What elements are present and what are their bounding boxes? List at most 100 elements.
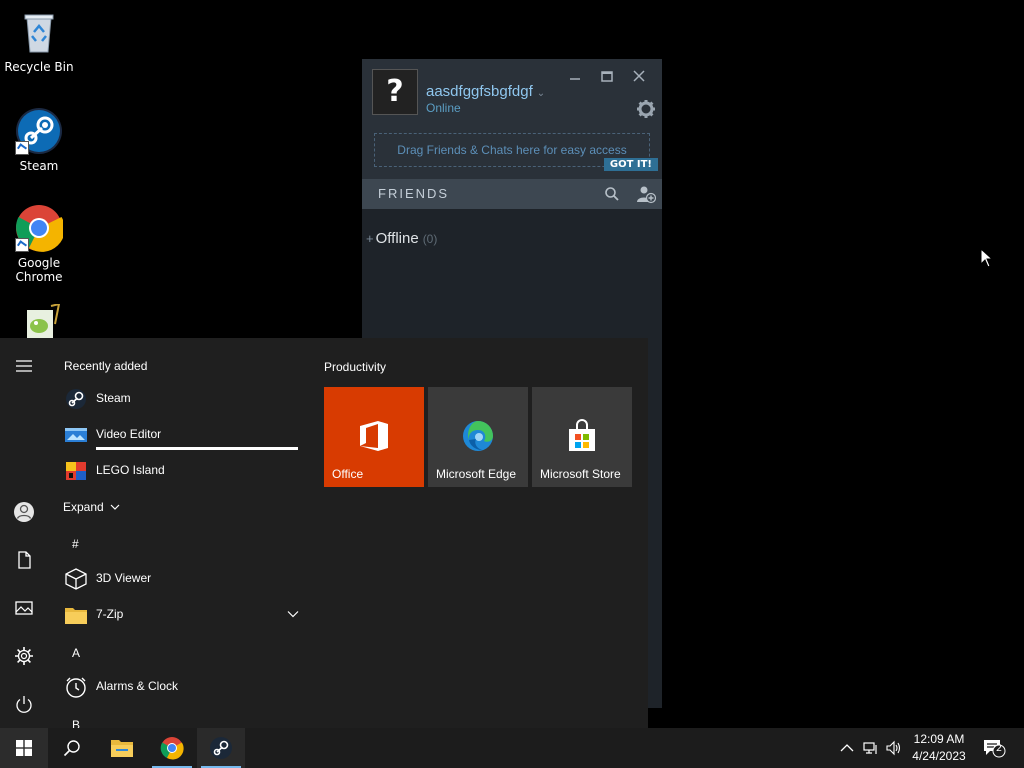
section-letter-a[interactable]: A [72, 646, 80, 660]
power-icon [16, 696, 32, 713]
account-button[interactable] [12, 500, 36, 524]
app-item-video-editor[interactable]: Video Editor [62, 420, 302, 450]
minimize-button[interactable] [564, 69, 586, 87]
desktop-icon-label: Recycle Bin [4, 60, 74, 74]
cube-icon [65, 568, 87, 590]
desktop-icon-label: Steam [19, 159, 59, 173]
folder-icon [65, 608, 87, 624]
taskbar-file-explorer[interactable] [98, 728, 146, 768]
expand-label: Expand [63, 500, 104, 514]
productivity-heading: Productivity [324, 360, 387, 374]
network-icon[interactable] [863, 740, 879, 756]
app-name: 3D Viewer [96, 571, 152, 585]
steam-icon [66, 389, 86, 409]
section-letter-hash[interactable]: # [72, 537, 79, 551]
steam-icon [210, 737, 232, 759]
documents-button[interactable] [12, 548, 36, 572]
power-button[interactable] [12, 692, 36, 716]
file-explorer-icon [111, 740, 133, 757]
expand-button[interactable]: Expand [63, 500, 120, 514]
store-icon [569, 419, 595, 451]
user-avatar[interactable]: ? [372, 69, 418, 115]
desktop-icon-steam[interactable]: Steam [4, 107, 74, 173]
app-item-steam[interactable]: Steam [62, 384, 302, 414]
taskbar-chrome[interactable] [148, 728, 196, 768]
hamburger-menu-button[interactable] [12, 354, 36, 378]
minimize-icon [570, 78, 580, 80]
search-button[interactable] [48, 728, 96, 768]
offline-group-header[interactable]: + Offline (0) [366, 230, 437, 247]
recycle-bin-icon [15, 8, 63, 56]
chevron-down-icon: ⌄ [536, 88, 546, 99]
steam-icon [15, 107, 63, 155]
app-name: Video Editor [96, 427, 162, 441]
app-item-alarms-clock[interactable]: Alarms & Clock [62, 672, 302, 702]
close-button[interactable] [628, 69, 650, 87]
windows-logo-icon [16, 740, 32, 756]
taskbar-clock[interactable]: 12:09 AM 4/24/2023 [906, 731, 972, 765]
taskbar-steam[interactable] [197, 728, 245, 768]
chrome-icon [160, 737, 184, 760]
user-icon [14, 502, 34, 522]
maximize-button[interactable] [596, 69, 618, 87]
app-name: Steam [96, 391, 131, 405]
app-name: Alarms & Clock [96, 679, 179, 693]
clock-date: 4/24/2023 [912, 749, 966, 763]
tile-office[interactable]: Office [324, 387, 424, 487]
close-icon [633, 70, 645, 82]
expand-plus-icon: + [366, 231, 374, 246]
tile-microsoft-store[interactable]: Microsoft Store [532, 387, 632, 487]
desktop-icon-label: Google Chrome [15, 256, 63, 284]
steam-user-status: Online [426, 101, 461, 115]
app-item-7-zip[interactable]: 7-Zip [62, 600, 302, 630]
username-text: aasdfggfsbgfdgf [426, 83, 533, 100]
taskbar: 12:09 AM 4/24/2023 2 [0, 728, 1024, 768]
action-center-button[interactable]: 2 [982, 738, 1006, 758]
start-menu: Recently added Steam Video Editor LEGO I… [0, 338, 648, 728]
search-icon[interactable] [604, 186, 620, 202]
app-item-3d-viewer[interactable]: 3D Viewer [62, 564, 302, 594]
tile-label: Microsoft Edge [436, 467, 517, 481]
shortcut-arrow-icon [15, 238, 29, 252]
got-it-button[interactable]: GOT IT! [603, 158, 658, 171]
shortcut-arrow-icon [15, 141, 29, 155]
pictures-button[interactable] [12, 596, 36, 620]
settings-button[interactable] [12, 644, 36, 668]
mouse-cursor-icon [980, 248, 992, 268]
maximize-icon [601, 71, 613, 82]
recently-added-heading: Recently added [64, 359, 148, 373]
start-menu-rail [0, 338, 48, 728]
group-name: Offline [375, 230, 419, 247]
app-name: LEGO Island [96, 463, 165, 477]
settings-button[interactable] [636, 99, 656, 119]
tile-label: Microsoft Store [540, 467, 621, 481]
steam-username[interactable]: aasdfggfsbgfdgf ⌄ [426, 83, 545, 100]
group-count: (0) [422, 232, 438, 246]
gear-icon [637, 100, 655, 118]
tile-label: Office [332, 467, 364, 481]
desktop-icon-google-chrome[interactable]: Google Chrome [4, 204, 74, 284]
office-icon [360, 421, 388, 451]
desktop-icon-recycle-bin[interactable]: Recycle Bin [4, 8, 74, 74]
document-icon [18, 551, 31, 569]
section-letter-b[interactable]: B [72, 718, 80, 728]
app-name: 7-Zip [96, 607, 124, 621]
show-hidden-icons-chevron-up-icon[interactable] [839, 740, 855, 756]
notification-count: 2 [995, 743, 1003, 754]
add-friend-icon[interactable] [636, 184, 656, 204]
clock-time: 12:09 AM [913, 732, 965, 746]
app-item-lego-island[interactable]: LEGO Island [62, 456, 302, 486]
edge-icon [463, 421, 493, 451]
start-button[interactable] [0, 728, 48, 768]
friends-title: FRIENDS [378, 186, 450, 201]
tile-microsoft-edge[interactable]: Microsoft Edge [428, 387, 528, 487]
selection-underline [96, 447, 298, 450]
search-icon [63, 740, 80, 757]
chevron-down-icon[interactable] [287, 610, 299, 618]
volume-icon[interactable] [886, 740, 902, 756]
gear-icon [15, 647, 33, 665]
video-editor-icon [65, 428, 87, 442]
lego-island-icon [66, 462, 86, 480]
friends-bar: FRIENDS [362, 179, 662, 209]
picture-icon [15, 601, 33, 615]
